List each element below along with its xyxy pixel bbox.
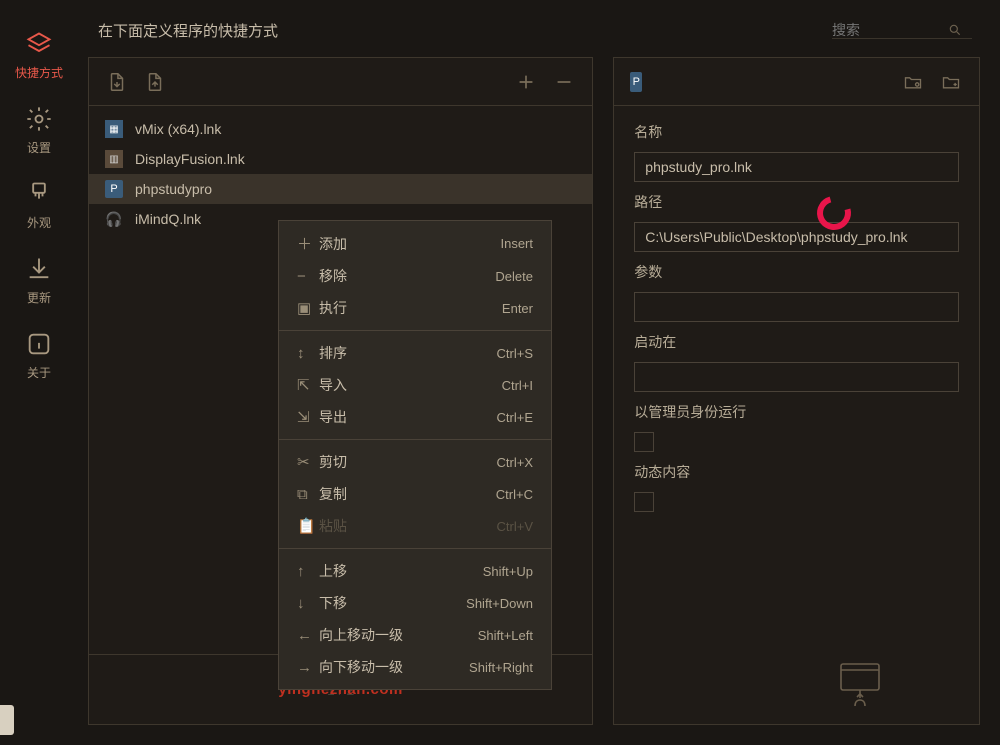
path-label: 路径: [634, 192, 959, 212]
search-icon: [948, 23, 962, 37]
app-icon: 🎧: [105, 210, 123, 228]
menu-separator: [279, 548, 551, 549]
startin-field[interactable]: [634, 362, 959, 392]
menu-move-down[interactable]: ↓ 下移 Shift+Down: [279, 587, 551, 619]
sidebar-item-settings[interactable]: 设置: [0, 95, 78, 170]
sort-icon: ↕: [297, 345, 319, 362]
remove-button[interactable]: [552, 70, 576, 94]
admin-label: 以管理员身份运行: [634, 402, 959, 422]
dynamic-label: 动态内容: [634, 462, 959, 482]
menu-copy[interactable]: ⧉ 复制 Ctrl+C: [279, 478, 551, 510]
menu-level-up[interactable]: ← 向上移动一级 Shift+Left: [279, 619, 551, 651]
info-icon: [25, 330, 53, 358]
sidebar-label: 外观: [27, 214, 51, 231]
paste-icon: 📋: [297, 517, 319, 535]
app-preview-icon: P: [630, 70, 654, 94]
details-panel: P 名称 路径: [613, 57, 980, 725]
sidebar-item-appearance[interactable]: 外观: [0, 170, 78, 245]
brush-icon: [25, 180, 53, 208]
copy-icon: ⧉: [297, 486, 319, 503]
sidebar-label: 更新: [27, 289, 51, 306]
startin-label: 启动在: [634, 332, 959, 352]
up-icon: ↑: [297, 563, 319, 580]
sidebar: 快捷方式 设置 外观 更新 关于: [0, 0, 78, 745]
sidebar-item-update[interactable]: 更新: [0, 245, 78, 320]
menu-export[interactable]: ⇲ 导出 Ctrl+E: [279, 401, 551, 433]
menu-separator: [279, 439, 551, 440]
plus-icon: ＋: [297, 233, 319, 254]
menu-cut[interactable]: ✂ 剪切 Ctrl+X: [279, 446, 551, 478]
dynamic-checkbox[interactable]: [634, 492, 654, 512]
args-field[interactable]: [634, 292, 959, 322]
menu-move-up[interactable]: ↑ 上移 Shift+Up: [279, 555, 551, 587]
context-menu: ＋ 添加 Insert − 移除 Delete ▣ 执行 Enter ↕ 排序 …: [278, 220, 552, 690]
sidebar-label: 快捷方式: [15, 64, 63, 81]
import-file-button[interactable]: [105, 70, 129, 94]
file-label: iMindQ.lnk: [135, 211, 201, 227]
sidebar-item-about[interactable]: 关于: [0, 320, 78, 395]
menu-run[interactable]: ▣ 执行 Enter: [279, 292, 551, 324]
name-label: 名称: [634, 122, 959, 142]
down-icon: ↓: [297, 595, 319, 612]
search-input[interactable]: [832, 22, 942, 38]
list-item[interactable]: ▦ vMix (x64).lnk: [89, 114, 592, 144]
left-icon: ←: [297, 627, 319, 644]
app-icon: ▦: [105, 120, 123, 138]
touch-action-icon[interactable]: [835, 660, 885, 712]
import-icon: ⇱: [297, 376, 319, 394]
menu-level-down[interactable]: → 向下移动一级 Shift+Right: [279, 651, 551, 683]
list-item[interactable]: P phpstudypro: [89, 174, 592, 204]
export-file-button[interactable]: [143, 70, 167, 94]
right-icon: →: [297, 659, 319, 676]
sidebar-label: 设置: [27, 139, 51, 156]
add-button[interactable]: [514, 70, 538, 94]
args-label: 参数: [634, 262, 959, 282]
run-icon: ▣: [297, 299, 319, 317]
menu-remove[interactable]: − 移除 Delete: [279, 260, 551, 292]
details-toolbar: P: [614, 58, 979, 106]
cut-icon: ✂: [297, 453, 319, 471]
menu-import[interactable]: ⇱ 导入 Ctrl+I: [279, 369, 551, 401]
file-label: DisplayFusion.lnk: [135, 151, 245, 167]
open-location-button[interactable]: [939, 70, 963, 94]
sidebar-item-shortcuts[interactable]: 快捷方式: [0, 20, 78, 95]
export-icon: ⇲: [297, 408, 319, 426]
search-box[interactable]: [832, 22, 972, 39]
path-field[interactable]: [634, 222, 959, 252]
file-label: phpstudypro: [135, 181, 212, 197]
list-toolbar: [89, 58, 592, 106]
shortcuts-icon: [25, 30, 53, 58]
list-item[interactable]: ▥ DisplayFusion.lnk: [89, 144, 592, 174]
admin-checkbox[interactable]: [634, 432, 654, 452]
menu-sort[interactable]: ↕ 排序 Ctrl+S: [279, 337, 551, 369]
open-folder-button[interactable]: [901, 70, 925, 94]
top-bar: 在下面定义程序的快捷方式: [78, 0, 1000, 57]
name-field[interactable]: [634, 152, 959, 182]
download-icon: [25, 255, 53, 283]
minus-icon: −: [297, 268, 319, 285]
app-icon: ▥: [105, 150, 123, 168]
sidebar-label: 关于: [27, 364, 51, 381]
menu-paste: 📋 粘贴 Ctrl+V: [279, 510, 551, 542]
instruction-text: 在下面定义程序的快捷方式: [98, 20, 278, 41]
menu-add[interactable]: ＋ 添加 Insert: [279, 227, 551, 260]
gear-icon: [25, 105, 53, 133]
app-icon: P: [105, 180, 123, 198]
file-label: vMix (x64).lnk: [135, 121, 221, 137]
menu-separator: [279, 330, 551, 331]
collapsed-tab[interactable]: [0, 705, 14, 735]
